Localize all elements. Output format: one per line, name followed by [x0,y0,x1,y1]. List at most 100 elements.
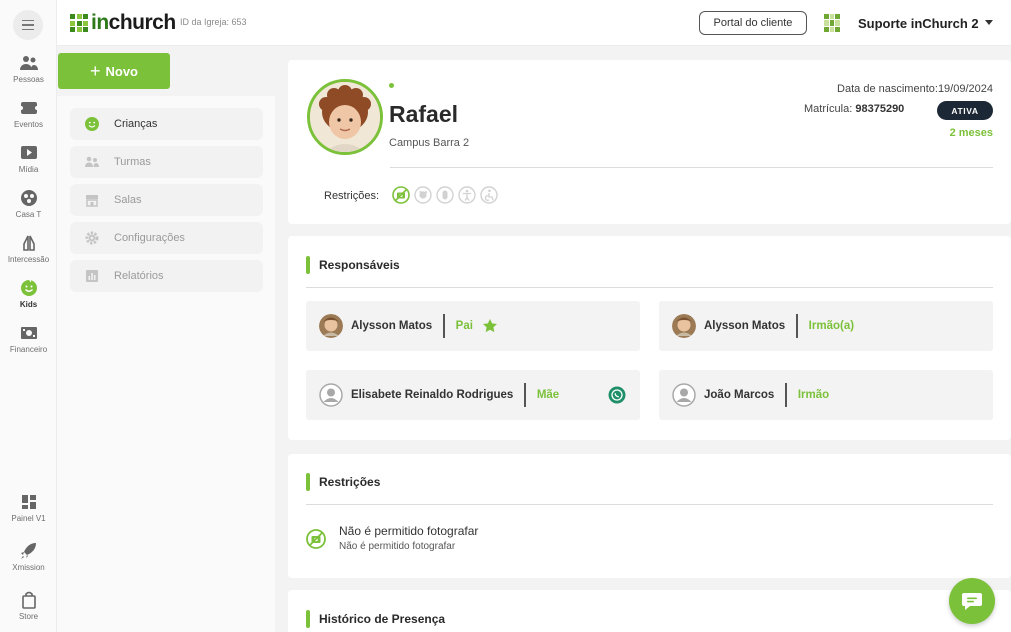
dashboard-icon [21,495,36,509]
responsaveis-card: Responsáveis Alysson Matos Pai Alysson M… [288,236,1011,440]
rail-label: Store [18,612,39,621]
divider [390,167,993,168]
submenu-label: Configurações [114,232,185,244]
money-icon [20,327,37,339]
church-id: ID da Igreja: 653 [180,17,247,27]
restriction-icons [392,186,498,204]
star-icon [482,319,497,333]
home-group-icon [20,190,37,206]
logo-text: inchurch [91,11,176,34]
smile-icon [20,279,37,296]
submenu-label: Turmas [114,156,151,168]
chat-icon [962,593,982,610]
rail-label: Painel V1 [11,514,46,523]
inchurch-logo[interactable]: inchurch [70,11,176,34]
org-switcher[interactable]: Suporte inChurch 2 [858,16,979,31]
rail-item-midia[interactable]: Mídia [0,144,57,174]
disability-icon[interactable] [458,186,476,204]
guardian-relation: Pai [455,320,473,332]
submenu-item-criancas[interactable]: Crianças [70,108,263,140]
rail-item-pessoas[interactable]: Pessoas [0,54,57,84]
child-name: Rafael [389,101,459,127]
rail-label: Pessoas [13,75,44,84]
guardian-relation: Mãe [536,389,560,401]
food-icon[interactable] [436,186,454,204]
hamburger-icon[interactable] [13,10,43,40]
birth-date: Data de nascimento:19/09/2024 [837,83,993,95]
rail-item-eventos[interactable]: Eventos [0,99,57,129]
submenu-label: Crianças [114,118,158,130]
chat-button[interactable] [949,578,995,624]
guardian-relation: Irmão(a) [808,320,855,332]
status-badge: ATIVA [937,101,993,120]
submenu-item-relatorios[interactable]: Relatórios [70,260,263,292]
child-portrait-icon [310,82,380,152]
logo-mark-icon [70,14,88,32]
rail-label: Kids [19,300,38,309]
child-avatar [307,79,383,155]
grid-logo-icon [824,14,840,32]
section-title: Restrições [306,473,380,491]
guardian-relation: Irmão [797,389,830,401]
submenu-item-configuracoes[interactable]: Configurações [70,222,263,254]
section-title: Responsáveis [306,256,400,274]
submenu-label: Salas [114,194,142,206]
gear-icon [85,231,99,245]
rail-item-store[interactable]: Store [0,591,57,621]
ticket-icon [18,102,39,114]
rail-label: Casa T [15,210,42,219]
restricoes-card: Restrições Não é permitido fotografar Nã… [288,454,1011,578]
rail-item-painel-v1[interactable]: Painel V1 [0,493,57,523]
praying-hands-icon [22,235,35,251]
rail-label: Xmission [12,563,45,572]
caret-down-icon[interactable] [985,20,993,25]
online-status-dot [389,83,394,88]
accessibility-icon[interactable] [480,186,498,204]
people-icon [19,56,38,70]
room-icon [86,195,98,207]
portal-do-cliente-button[interactable]: Portal do cliente [699,11,807,35]
whatsapp-icon[interactable] [608,386,626,404]
submenu-label: Relatórios [114,270,164,282]
rail-label: Mídia [18,165,39,174]
new-button-label: Novo [105,63,139,79]
matricula: Matrícula: 98375290 [804,103,905,115]
submenu-item-salas[interactable]: Salas [70,184,263,216]
divider [306,287,993,288]
campus-name: Campus Barra 2 [389,137,470,149]
bag-icon [21,591,36,609]
smile-icon [85,117,99,131]
plus-icon: + [89,61,101,81]
guardian-card[interactable]: Elisabete Reinaldo Rodrigues Mãe [306,370,640,420]
rail-item-casa-t[interactable]: Casa T [0,189,57,219]
guardian-avatar [672,314,696,338]
allergy-icon[interactable] [414,186,432,204]
rail-item-financeiro[interactable]: Financeiro [0,324,57,354]
profile-card: Rafael Campus Barra 2 Data de nascimento… [288,60,1011,224]
guardian-card[interactable]: Alysson Matos Irmão(a) [659,301,993,351]
left-rail: Pessoas Eventos Mídia Casa T Intercessão… [0,0,57,632]
guardian-name: Alysson Matos [704,320,786,332]
rail-label: Financeiro [9,345,48,354]
submenu-item-turmas[interactable]: Turmas [70,146,263,178]
new-button[interactable]: + Novo [58,53,170,89]
rail-label: Intercessão [7,255,50,264]
guardian-card[interactable]: João Marcos Irmão [659,370,993,420]
top-bar: inchurch ID da Igreja: 653 Portal do cli… [57,0,1011,46]
rail-item-xmission[interactable]: Xmission [0,542,57,572]
no-photo-icon[interactable] [392,186,410,204]
group-icon [85,156,99,167]
child-age: 2 meses [949,127,993,139]
historico-card: Histórico de Presença [288,590,1011,632]
guardian-avatar [319,314,343,338]
no-photo-icon [306,529,326,549]
restrictions-label: Restrições: [324,190,380,202]
guardian-card[interactable]: Alysson Matos Pai [306,301,640,351]
rocket-icon [20,543,36,559]
report-icon [86,270,98,282]
rail-item-kids[interactable]: Kids [0,279,57,309]
play-icon [20,146,37,159]
guardian-name: Elisabete Reinaldo Rodrigues [351,389,514,401]
rail-item-intercessao[interactable]: Intercessão [0,234,57,264]
guardian-name: João Marcos [704,389,775,401]
